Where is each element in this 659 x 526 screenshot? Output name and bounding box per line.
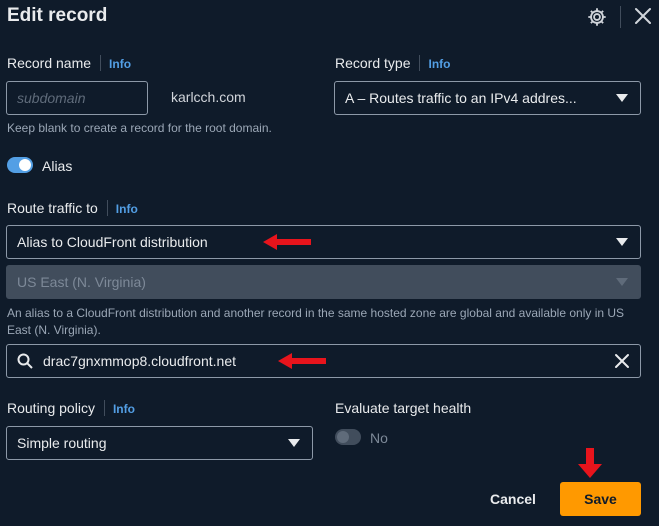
gear-icon[interactable]: [586, 6, 608, 28]
route-traffic-label-row: Route traffic to Info: [7, 200, 138, 216]
record-type-info-link[interactable]: Info: [428, 57, 450, 71]
annotation-arrow-left-icon: [263, 234, 311, 250]
endpoint-select[interactable]: Alias to CloudFront distribution: [6, 225, 641, 259]
record-name-input[interactable]: subdomain: [6, 81, 148, 115]
toggle-knob: [19, 159, 31, 171]
alias-label: Alias: [42, 158, 73, 174]
target-health-label: Evaluate target health: [335, 400, 472, 416]
chevron-down-icon: [288, 439, 300, 447]
info-separator: [103, 400, 105, 416]
routing-policy-label-row: Routing policy Info: [7, 400, 135, 416]
target-health-toggle: [335, 429, 361, 445]
annotation-arrow-left-icon: [278, 353, 326, 369]
chevron-down-icon: [616, 278, 628, 286]
region-value: US East (N. Virginia): [17, 274, 146, 290]
routing-policy-value: Simple routing: [17, 435, 107, 451]
record-name-label: Record name: [7, 55, 92, 71]
info-separator: [106, 200, 108, 216]
target-health-toggle-label: No: [370, 430, 388, 446]
route-traffic-info-link[interactable]: Info: [116, 202, 138, 216]
record-name-label-row: Record name Info: [7, 55, 131, 71]
info-separator: [100, 55, 102, 71]
route-traffic-label: Route traffic to: [7, 200, 98, 216]
domain-suffix: karlcch.com: [171, 89, 246, 105]
record-type-label-row: Record type Info: [335, 55, 450, 71]
record-type-value: A – Routes traffic to an IPv4 addres...: [345, 90, 577, 106]
record-name-hint: Keep blank to create a record for the ro…: [7, 121, 272, 135]
region-select: US East (N. Virginia): [6, 265, 641, 299]
panel-title: Edit record: [7, 5, 108, 26]
record-type-label: Record type: [335, 55, 411, 71]
record-name-info-link[interactable]: Info: [109, 57, 131, 71]
routing-policy-info-link[interactable]: Info: [113, 402, 135, 416]
save-button[interactable]: Save: [560, 482, 641, 516]
chevron-down-icon: [616, 94, 628, 102]
distribution-value: drac7gnxmmop8.cloudfront.net: [43, 353, 236, 369]
cancel-button[interactable]: Cancel: [478, 482, 548, 516]
routing-policy-select[interactable]: Simple routing: [6, 426, 313, 460]
alias-toggle[interactable]: [7, 157, 33, 173]
info-separator: [419, 55, 421, 71]
chevron-down-icon: [616, 238, 628, 246]
annotation-arrow-down-icon: [578, 448, 602, 478]
record-type-select[interactable]: A – Routes traffic to an IPv4 addres...: [334, 81, 641, 115]
endpoint-value: Alias to CloudFront distribution: [17, 234, 208, 250]
edit-record-panel: Edit record Record name Info subdomain ka…: [0, 0, 659, 526]
toggle-knob: [337, 431, 349, 443]
close-icon[interactable]: [633, 6, 653, 26]
header-divider: [620, 6, 621, 28]
route-traffic-hint: An alias to a CloudFront distribution an…: [7, 306, 625, 337]
record-name-placeholder: subdomain: [17, 90, 86, 106]
search-icon: [17, 353, 33, 369]
clear-icon[interactable]: [614, 353, 630, 369]
routing-policy-label: Routing policy: [7, 400, 95, 416]
